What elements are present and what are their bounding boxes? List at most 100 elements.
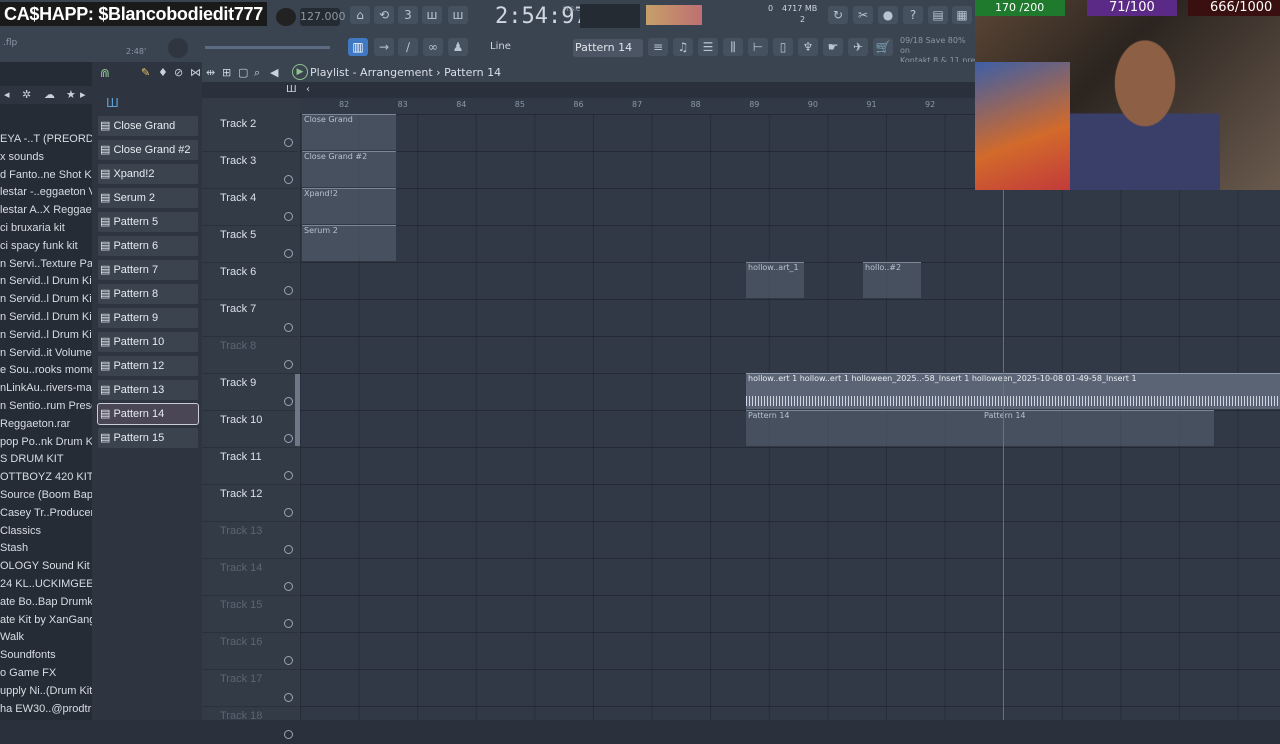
track-header[interactable]: Track 6	[202, 262, 298, 300]
track-mute-icon[interactable]	[284, 582, 293, 591]
plugin-picker-icon[interactable]: ♆	[798, 38, 818, 56]
loop-icon[interactable]: ⟲	[374, 6, 394, 24]
browser-item[interactable]: 24 KL..UCKIMGEEKED	[0, 578, 92, 595]
picker-icon[interactable]: Ш	[106, 96, 119, 110]
browser-item[interactable]: n Servid..l Drum Kit 5	[0, 311, 92, 328]
record-button[interactable]	[276, 8, 296, 26]
channel-button[interactable]: ▤ Serum 2	[98, 188, 198, 208]
store-icon[interactable]: 🛒	[873, 38, 893, 56]
tempo-display[interactable]: 127.000	[300, 8, 346, 26]
touch-icon[interactable]: ☛	[823, 38, 843, 56]
track-header[interactable]: Track 2	[202, 114, 298, 152]
track-mute-icon[interactable]	[284, 471, 293, 480]
track-mute-icon[interactable]	[284, 286, 293, 295]
browser-item[interactable]: nLinkAu..rivers-main	[0, 382, 92, 399]
mic-icon[interactable]: ●	[878, 6, 898, 24]
stamp-icon[interactable]: ♟	[448, 38, 468, 56]
script-icon[interactable]: ✈	[848, 38, 868, 56]
track-header[interactable]: Track 15	[202, 595, 298, 633]
refresh-icon[interactable]: ✲	[22, 88, 31, 101]
browser-item[interactable]: EYA -..T (PREORDER)	[0, 133, 92, 150]
track-header[interactable]: Track 17	[202, 669, 298, 707]
mute-icon[interactable]: ⋈	[190, 66, 201, 79]
paint-icon[interactable]: ♦	[158, 66, 168, 79]
channel-button[interactable]: ▤ Close Grand #2	[98, 140, 198, 160]
browser-item[interactable]: e Sou..rooks moment	[0, 364, 92, 381]
track-mute-icon[interactable]	[284, 323, 293, 332]
audio-clip[interactable]: hollo..#2	[863, 262, 921, 298]
browser-item[interactable]: lestar -..eggaeton V2	[0, 186, 92, 203]
audio-clip[interactable]: hollow..ert 1 hollow..ert 1 holloween_20…	[746, 373, 1280, 409]
scroll-left-icon[interactable]: ‹	[306, 84, 310, 95]
browser-item[interactable]: lestar A..X Reggaeton	[0, 204, 92, 221]
browser-item[interactable]: o Game FX	[0, 667, 92, 684]
track-header[interactable]: Track 5	[202, 225, 298, 263]
track-mute-icon[interactable]	[284, 730, 293, 739]
pattern-clip[interactable]: Close Grand #2	[302, 151, 396, 187]
browser-item[interactable]: OTTBOYZ 420 KIT	[0, 471, 92, 488]
browser-item[interactable]: Classics	[0, 525, 92, 542]
piano-icon[interactable]: ▥	[348, 38, 368, 56]
browser-item[interactable]: ci spacy funk kit	[0, 240, 92, 257]
metronome-icon[interactable]: ⌂	[350, 6, 370, 24]
arrow-right-icon[interactable]: →	[374, 38, 394, 56]
track-mute-icon[interactable]	[284, 545, 293, 554]
mixer-icon[interactable]: ⫼	[723, 38, 743, 56]
magnet-icon[interactable]: ⋒	[100, 66, 110, 80]
wait-icon[interactable]: ш	[422, 6, 442, 24]
browser-item[interactable]: n Servid..l Drum Kit 6	[0, 329, 92, 346]
browser-item[interactable]: pop Po..nk Drum Kit	[0, 436, 92, 453]
channel-button[interactable]: ▤ Xpand!2	[98, 164, 198, 184]
track-header[interactable]: Track 11	[202, 447, 298, 485]
browser-item[interactable]: d Fanto..ne Shot Kit	[0, 169, 92, 186]
undo-icon[interactable]: ↻	[828, 6, 848, 24]
playlist-icon[interactable]: ≡	[648, 38, 668, 56]
cloud-icon[interactable]: ☁	[44, 88, 55, 101]
master-volume-knob[interactable]	[168, 38, 188, 58]
track-mute-icon[interactable]	[284, 360, 293, 369]
track-header[interactable]: Track 9	[202, 373, 298, 411]
pattern-clip[interactable]: Pattern 14	[982, 410, 1214, 446]
pattern-clip[interactable]: Pattern 14	[746, 410, 982, 446]
browser-item[interactable]: OLOGY Sound Kit	[0, 560, 92, 577]
track-mute-icon[interactable]	[284, 249, 293, 258]
browser-item[interactable]: ate Kit by XanGang	[0, 614, 92, 631]
browser-item[interactable]: Soundfonts	[0, 649, 92, 666]
channel-button[interactable]: ▤ Pattern 14	[97, 403, 199, 425]
browser-item[interactable]: Stash	[0, 542, 92, 559]
channel-button[interactable]: ▤ Pattern 7	[98, 260, 198, 280]
browser-tree-icon[interactable]: ⊢	[748, 38, 768, 56]
browser-item[interactable]: ha EW30..@prodtrivii	[0, 703, 92, 720]
track-header[interactable]: Track 16	[202, 632, 298, 670]
channel-rack-icon[interactable]: ☰	[698, 38, 718, 56]
browser-item[interactable]: S DRUM KIT	[0, 453, 92, 470]
channel-button[interactable]: ▤ Close Grand	[98, 116, 198, 136]
playhead[interactable]	[1003, 114, 1004, 720]
browser-item[interactable]: n Servi..Texture Pack	[0, 258, 92, 275]
browser-item[interactable]: n Servid..l Drum Kit 1	[0, 275, 92, 292]
track-header[interactable]: Track 8	[202, 336, 298, 374]
track-mute-icon[interactable]	[284, 138, 293, 147]
star-icon[interactable]: ★	[66, 88, 76, 101]
channel-button[interactable]: ▤ Pattern 12	[98, 356, 198, 376]
pattern-select[interactable]: Pattern 14	[573, 39, 643, 57]
browser-item[interactable]: Reggaeton.rar	[0, 418, 92, 435]
brush-icon[interactable]: ∕	[398, 38, 418, 56]
browser-item[interactable]: n Servid..l Drum Kit 4	[0, 293, 92, 310]
track-header[interactable]: Track 13	[202, 521, 298, 559]
snap-select[interactable]: Line	[490, 41, 511, 52]
link-icon[interactable]: ∞	[423, 38, 443, 56]
track-header[interactable]: Track 10	[202, 410, 298, 448]
channel-button[interactable]: ▤ Pattern 5	[98, 212, 198, 232]
tools-icon[interactable]: ✂	[853, 6, 873, 24]
track-header[interactable]: Track 7	[202, 299, 298, 337]
pattern-clip[interactable]: Xpand!2	[302, 188, 396, 224]
channel-button[interactable]: ▤ Pattern 6	[98, 236, 198, 256]
track-mute-icon[interactable]	[284, 508, 293, 517]
track-mute-icon[interactable]	[284, 619, 293, 628]
playback-icon[interactable]: ◀	[270, 66, 278, 79]
browser-item[interactable]: Casey Tr..Producer Kit	[0, 507, 92, 524]
back-icon[interactable]: ◂	[4, 88, 10, 101]
track-mute-icon[interactable]	[284, 693, 293, 702]
zoom-icon[interactable]: ⌕	[254, 66, 260, 80]
